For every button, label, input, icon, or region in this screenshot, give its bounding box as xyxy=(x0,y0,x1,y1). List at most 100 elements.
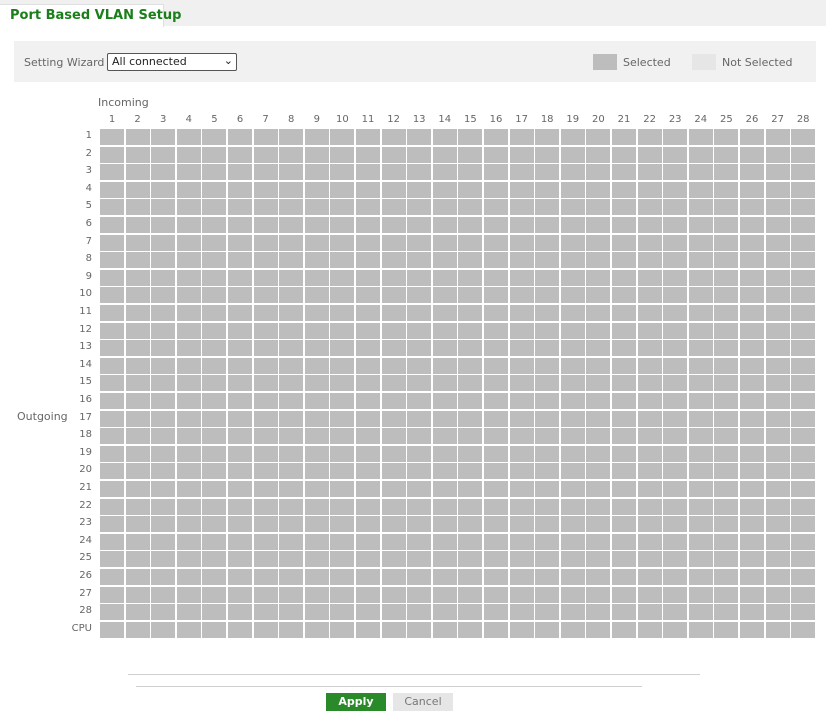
matrix-cell[interactable] xyxy=(279,146,304,163)
matrix-cell[interactable] xyxy=(253,445,278,462)
matrix-cell[interactable] xyxy=(330,516,355,533)
matrix-cell[interactable] xyxy=(484,516,508,533)
matrix-cell[interactable] xyxy=(791,498,816,515)
matrix-cell[interactable] xyxy=(228,516,252,533)
matrix-cell[interactable] xyxy=(714,340,739,357)
matrix-cell[interactable] xyxy=(381,375,406,392)
matrix-cell[interactable] xyxy=(279,533,304,550)
matrix-cell[interactable] xyxy=(176,199,201,216)
matrix-cell[interactable] xyxy=(535,551,560,568)
matrix-cell[interactable] xyxy=(356,428,380,445)
matrix-cell[interactable] xyxy=(714,252,739,269)
matrix-cell[interactable] xyxy=(714,322,739,339)
matrix-cell[interactable] xyxy=(279,129,304,145)
matrix-cell[interactable] xyxy=(381,569,406,585)
matrix-cell[interactable] xyxy=(381,199,406,216)
matrix-cell[interactable] xyxy=(228,586,252,603)
matrix-cell[interactable] xyxy=(688,305,713,321)
matrix-cell[interactable] xyxy=(330,146,355,163)
matrix-cell[interactable] xyxy=(560,481,585,497)
matrix-cell[interactable] xyxy=(663,621,688,638)
matrix-cell[interactable] xyxy=(484,604,508,621)
matrix-cell[interactable] xyxy=(202,217,227,233)
matrix-cell[interactable] xyxy=(176,621,201,638)
matrix-cell[interactable] xyxy=(304,164,329,181)
matrix-cell[interactable] xyxy=(612,217,636,233)
matrix-cell[interactable] xyxy=(740,357,764,374)
matrix-cell[interactable] xyxy=(791,322,816,339)
matrix-cell[interactable] xyxy=(612,234,636,251)
matrix-cell[interactable] xyxy=(330,129,355,145)
matrix-cell[interactable] xyxy=(279,322,304,339)
matrix-cell[interactable] xyxy=(663,199,688,216)
matrix-cell[interactable] xyxy=(228,445,252,462)
matrix-cell[interactable] xyxy=(125,305,150,321)
matrix-cell[interactable] xyxy=(663,146,688,163)
matrix-cell[interactable] xyxy=(125,199,150,216)
matrix-cell[interactable] xyxy=(663,393,688,409)
matrix-cell[interactable] xyxy=(202,393,227,409)
matrix-cell[interactable] xyxy=(509,164,534,181)
setting-wizard-select[interactable]: All connected ⌄ xyxy=(107,53,237,71)
matrix-cell[interactable] xyxy=(765,604,790,621)
matrix-cell[interactable] xyxy=(688,234,713,251)
matrix-cell[interactable] xyxy=(458,410,483,427)
matrix-cell[interactable] xyxy=(279,340,304,357)
matrix-cell[interactable] xyxy=(381,322,406,339)
matrix-cell[interactable] xyxy=(765,322,790,339)
matrix-cell[interactable] xyxy=(714,410,739,427)
matrix-cell[interactable] xyxy=(330,305,355,321)
matrix-cell[interactable] xyxy=(612,586,636,603)
matrix-cell[interactable] xyxy=(714,146,739,163)
matrix-cell[interactable] xyxy=(509,199,534,216)
matrix-cell[interactable] xyxy=(202,481,227,497)
matrix-cell[interactable] xyxy=(714,551,739,568)
matrix-cell[interactable] xyxy=(151,146,176,163)
matrix-cell[interactable] xyxy=(202,199,227,216)
matrix-cell[interactable] xyxy=(176,164,201,181)
matrix-cell[interactable] xyxy=(253,217,278,233)
matrix-cell[interactable] xyxy=(740,234,764,251)
matrix-cell[interactable] xyxy=(202,146,227,163)
matrix-cell[interactable] xyxy=(560,217,585,233)
matrix-cell[interactable] xyxy=(612,375,636,392)
matrix-cell[interactable] xyxy=(663,340,688,357)
matrix-cell[interactable] xyxy=(791,410,816,427)
matrix-cell[interactable] xyxy=(202,129,227,145)
matrix-cell[interactable] xyxy=(151,357,176,374)
matrix-cell[interactable] xyxy=(381,234,406,251)
matrix-cell[interactable] xyxy=(381,217,406,233)
matrix-cell[interactable] xyxy=(228,305,252,321)
matrix-cell[interactable] xyxy=(407,481,432,497)
matrix-cell[interactable] xyxy=(637,428,662,445)
matrix-cell[interactable] xyxy=(560,269,585,286)
matrix-cell[interactable] xyxy=(637,234,662,251)
matrix-cell[interactable] xyxy=(330,586,355,603)
matrix-cell[interactable] xyxy=(356,357,380,374)
matrix-cell[interactable] xyxy=(509,569,534,585)
matrix-cell[interactable] xyxy=(330,445,355,462)
matrix-cell[interactable] xyxy=(663,164,688,181)
matrix-cell[interactable] xyxy=(228,287,252,304)
cancel-button[interactable]: Cancel xyxy=(393,693,453,711)
matrix-cell[interactable] xyxy=(151,181,176,198)
matrix-cell[interactable] xyxy=(381,498,406,515)
matrix-cell[interactable] xyxy=(663,533,688,550)
matrix-cell[interactable] xyxy=(253,322,278,339)
matrix-cell[interactable] xyxy=(688,322,713,339)
matrix-cell[interactable] xyxy=(407,375,432,392)
matrix-cell[interactable] xyxy=(458,181,483,198)
matrix-cell[interactable] xyxy=(330,498,355,515)
matrix-cell[interactable] xyxy=(740,181,764,198)
matrix-cell[interactable] xyxy=(202,604,227,621)
matrix-cell[interactable] xyxy=(125,217,150,233)
matrix-cell[interactable] xyxy=(484,393,508,409)
matrix-cell[interactable] xyxy=(484,217,508,233)
matrix-cell[interactable] xyxy=(535,481,560,497)
matrix-cell[interactable] xyxy=(560,129,585,145)
matrix-cell[interactable] xyxy=(176,428,201,445)
matrix-cell[interactable] xyxy=(509,393,534,409)
matrix-cell[interactable] xyxy=(637,269,662,286)
matrix-cell[interactable] xyxy=(279,551,304,568)
matrix-cell[interactable] xyxy=(356,252,380,269)
